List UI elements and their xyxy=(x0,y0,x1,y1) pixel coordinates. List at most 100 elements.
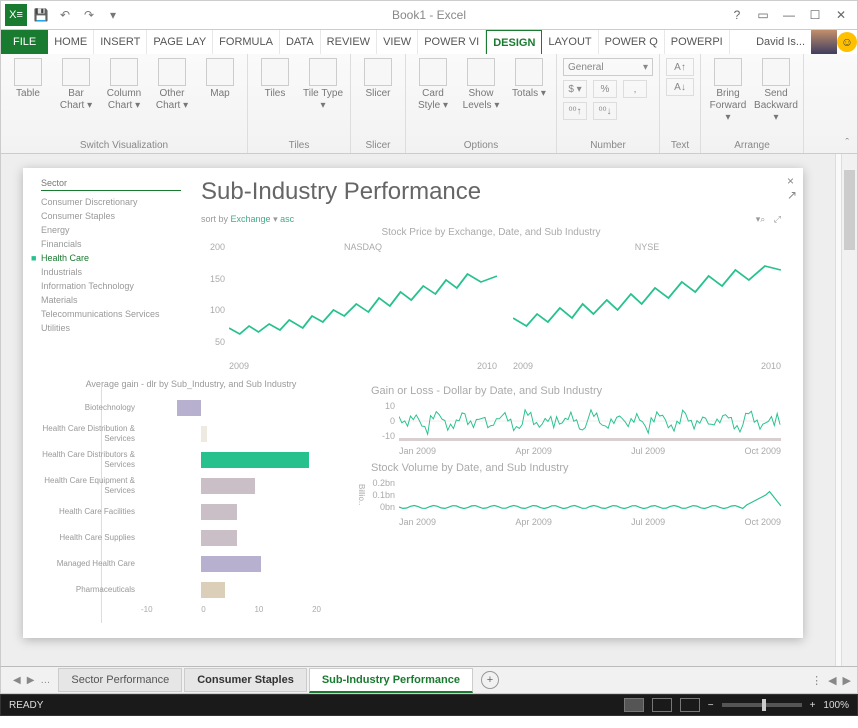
save-icon[interactable]: 💾 xyxy=(31,5,51,25)
tab-design[interactable]: DESIGN xyxy=(486,30,542,54)
tab-powerpivot[interactable]: POWERPI xyxy=(665,30,730,54)
bar-rect xyxy=(201,530,237,546)
page-break-view-button[interactable] xyxy=(680,698,700,712)
legend-item[interactable]: Energy xyxy=(41,223,181,237)
sheet-nav-menu-icon[interactable]: … xyxy=(40,675,50,686)
legend-item[interactable]: Consumer Discretionary xyxy=(41,195,181,209)
decrease-font-button[interactable]: A↓ xyxy=(666,78,694,96)
report-title: Sub-Industry Performance xyxy=(201,178,781,206)
hscroll-left-icon[interactable]: ◀ xyxy=(828,674,836,687)
tab-page-layout[interactable]: PAGE LAY xyxy=(147,30,213,54)
sector-legend[interactable]: Sector Consumer Discretionary Consumer S… xyxy=(41,178,181,375)
tab-review[interactable]: REVIEW xyxy=(321,30,377,54)
scrollbar-thumb[interactable] xyxy=(844,170,855,250)
report-canvas[interactable]: × ↗ Sector Consumer Discretionary Consum… xyxy=(1,154,841,666)
tile-type-button[interactable]: Tile Type ▾ xyxy=(302,58,344,112)
normal-view-button[interactable] xyxy=(624,698,644,712)
comma-button[interactable]: ‚ xyxy=(623,80,647,98)
popout-icon[interactable]: ⤢ xyxy=(774,214,781,224)
bar-chart-button[interactable]: Bar Chart ▾ xyxy=(55,58,97,112)
sort-field[interactable]: Exchange xyxy=(231,214,271,224)
legend-item-active[interactable]: Health Care xyxy=(41,251,181,265)
hscroll-right-icon[interactable]: ▶ xyxy=(843,674,851,687)
tab-power-query[interactable]: POWER Q xyxy=(599,30,665,54)
maximize-icon[interactable]: ☐ xyxy=(805,6,825,24)
undo-icon[interactable]: ↶ xyxy=(55,5,75,25)
zoom-level[interactable]: 100% xyxy=(823,700,849,711)
bar-row[interactable]: Health Care Distribution & Services xyxy=(141,421,341,447)
other-chart-button[interactable]: Other Chart ▾ xyxy=(151,58,193,112)
collapse-ribbon-icon[interactable]: ˆ xyxy=(845,137,849,149)
bar-row[interactable]: Health Care Facilities xyxy=(141,499,341,525)
popout-close-icon[interactable]: × xyxy=(787,174,794,188)
tab-data[interactable]: DATA xyxy=(280,30,321,54)
sheet-tab[interactable]: Consumer Staples xyxy=(184,668,307,692)
qat-dropdown-icon[interactable]: ▾ xyxy=(103,5,123,25)
tab-layout[interactable]: LAYOUT xyxy=(542,30,598,54)
increase-decimal-button[interactable]: ⁰⁰↑ xyxy=(563,102,587,120)
sheet-nav-next-icon[interactable]: ▶ xyxy=(27,675,35,686)
slicer-button[interactable]: Slicer xyxy=(357,58,399,100)
sheet-tab-active[interactable]: Sub-Industry Performance xyxy=(309,668,473,693)
stock-price-chart[interactable]: sort by Exchange ▾ asc ▾⌕ ⤢ Stock Price … xyxy=(201,214,781,371)
show-levels-button[interactable]: Show Levels ▾ xyxy=(460,58,502,112)
power-view-report[interactable]: × ↗ Sector Consumer Discretionary Consum… xyxy=(23,168,803,638)
legend-item[interactable]: Industrials xyxy=(41,265,181,279)
popout-expand-icon[interactable]: ↗ xyxy=(787,188,797,202)
map-button[interactable]: Map xyxy=(199,58,241,100)
bar-row[interactable]: Health Care Distributors & Services xyxy=(141,447,341,473)
sheet-tab[interactable]: Sector Performance xyxy=(58,668,182,692)
page-layout-view-button[interactable] xyxy=(652,698,672,712)
sheet-nav-prev-icon[interactable]: ◀ xyxy=(13,675,21,686)
filter-icon[interactable]: ▾⌕ xyxy=(756,214,766,224)
tab-home[interactable]: HOME xyxy=(48,30,94,54)
help-icon[interactable]: ? xyxy=(727,6,747,24)
tiles-button[interactable]: Tiles xyxy=(254,58,296,100)
feedback-icon[interactable]: ☺ xyxy=(837,32,857,52)
redo-icon[interactable]: ↷ xyxy=(79,5,99,25)
column-chart-button[interactable]: Column Chart ▾ xyxy=(103,58,145,112)
legend-item[interactable]: Financials xyxy=(41,237,181,251)
send-backward-button[interactable]: Send Backward ▾ xyxy=(755,58,797,124)
ribbon-options-icon[interactable]: ▭ xyxy=(753,6,773,24)
volume-chart[interactable]: 0.2bn 0.1bn 0bn Billio.. Jan 2009 Apr 20… xyxy=(371,478,781,527)
excel-icon[interactable]: X≡ xyxy=(5,4,27,26)
bar-row[interactable]: Health Care Equipment & Services xyxy=(141,473,341,499)
legend-item[interactable]: Consumer Staples xyxy=(41,209,181,223)
bar-row[interactable]: Pharmaceuticals xyxy=(141,577,341,603)
totals-button[interactable]: Totals ▾ xyxy=(508,58,550,100)
close-icon[interactable]: ✕ xyxy=(831,6,851,24)
add-sheet-button[interactable]: + xyxy=(481,671,499,689)
sheet-options-icon[interactable]: ⋮ xyxy=(811,674,822,687)
tab-insert[interactable]: INSERT xyxy=(94,30,147,54)
zoom-slider[interactable] xyxy=(722,703,802,707)
bring-forward-button[interactable]: Bring Forward ▾ xyxy=(707,58,749,124)
tab-view[interactable]: VIEW xyxy=(377,30,418,54)
sort-dir[interactable]: asc xyxy=(280,214,294,224)
gain-loss-chart[interactable]: 10 0 -10 Jan 2009 Apr 2009 Jul 20 xyxy=(371,401,781,456)
card-style-button[interactable]: Card Style ▾ xyxy=(412,58,454,112)
table-button[interactable]: Table xyxy=(7,58,49,100)
legend-item[interactable]: Materials xyxy=(41,293,181,307)
bar-row[interactable]: Managed Health Care xyxy=(141,551,341,577)
tab-file[interactable]: FILE xyxy=(1,30,48,54)
zoom-out-button[interactable]: − xyxy=(708,700,714,711)
number-format-select[interactable]: General▾ xyxy=(563,58,653,76)
percent-button[interactable]: % xyxy=(593,80,617,98)
bar-row[interactable]: Biotechnology xyxy=(141,395,341,421)
avatar[interactable] xyxy=(811,29,837,55)
tab-power-view[interactable]: POWER VI xyxy=(418,30,486,54)
currency-button[interactable]: $ ▾ xyxy=(563,80,587,98)
legend-item[interactable]: Information Technology xyxy=(41,279,181,293)
minimize-icon[interactable]: — xyxy=(779,6,799,24)
avg-gain-bar-chart[interactable]: Average gain - dlr by Sub_Industry, and … xyxy=(41,379,341,614)
bar-row[interactable]: Health Care Supplies xyxy=(141,525,341,551)
decrease-decimal-button[interactable]: ⁰⁰↓ xyxy=(593,102,617,120)
vertical-scrollbar[interactable] xyxy=(841,154,857,666)
legend-item[interactable]: Telecommunications Services xyxy=(41,307,181,321)
zoom-in-button[interactable]: + xyxy=(810,700,816,711)
increase-font-button[interactable]: A↑ xyxy=(666,58,694,76)
signed-in-user[interactable]: David Is... xyxy=(750,36,811,48)
legend-item[interactable]: Utilities xyxy=(41,321,181,335)
tab-formulas[interactable]: FORMULA xyxy=(213,30,280,54)
